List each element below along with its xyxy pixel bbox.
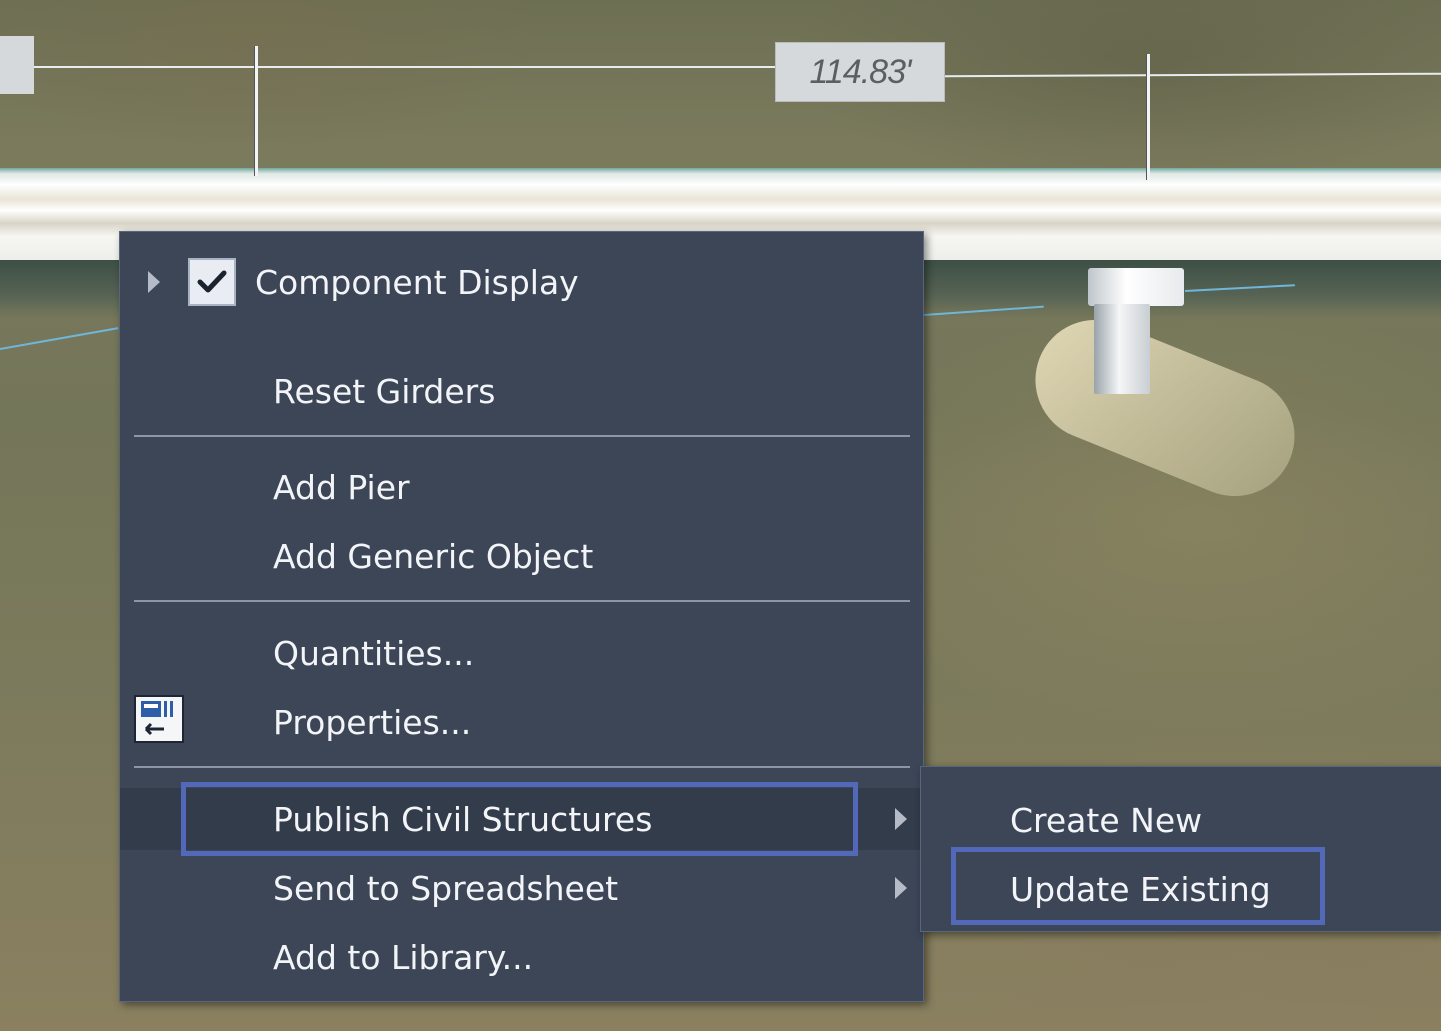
submenu-publish-civil-structures: Create New Update Existing xyxy=(920,766,1441,932)
submenu-arrow-icon xyxy=(895,808,907,830)
dimension-line-right xyxy=(943,72,1441,78)
menu-item-publish-civil-structures[interactable]: Publish Civil Structures xyxy=(120,788,923,850)
context-menu: Component Display Reset Girders Add Pier… xyxy=(119,231,924,1002)
menu-item-label: Add Generic Object xyxy=(273,536,594,576)
menu-item-label: Add to Library... xyxy=(273,937,534,977)
submenu-item-label: Create New xyxy=(1010,800,1203,840)
dimension-label-partial xyxy=(0,36,34,94)
menu-item-properties[interactable]: Properties... xyxy=(120,691,923,753)
dimension-tick-right xyxy=(1146,54,1150,180)
submenu-item-label: Update Existing xyxy=(1010,869,1271,909)
menu-separator xyxy=(134,435,910,437)
menu-item-component-display[interactable]: Component Display xyxy=(120,252,923,312)
dimension-tick-left xyxy=(254,46,258,176)
menu-item-label: Reset Girders xyxy=(273,371,496,411)
menu-item-add-generic-object[interactable]: Add Generic Object xyxy=(120,525,923,587)
menu-item-send-to-spreadsheet[interactable]: Send to Spreadsheet xyxy=(120,857,923,919)
pier-cap xyxy=(1088,268,1184,306)
menu-item-label: Send to Spreadsheet xyxy=(273,868,619,908)
menu-item-add-to-library[interactable]: Add to Library... xyxy=(120,926,923,988)
submenu-arrow-icon xyxy=(895,877,907,899)
menu-separator xyxy=(134,766,910,768)
menu-item-label: Publish Civil Structures xyxy=(273,799,653,839)
menu-item-add-pier[interactable]: Add Pier xyxy=(120,456,923,518)
dimension-label[interactable]: 114.83' xyxy=(775,42,945,102)
expand-arrow-icon[interactable] xyxy=(148,271,160,293)
menu-item-label: Component Display xyxy=(255,262,579,302)
menu-item-label: Properties... xyxy=(273,702,472,742)
menu-item-label: Add Pier xyxy=(273,467,410,507)
dimension-line-left xyxy=(0,66,780,68)
pier-column xyxy=(1094,304,1150,394)
alignment-line-left xyxy=(0,327,119,350)
bridge-pier xyxy=(1088,268,1184,394)
checkbox-checked-icon[interactable] xyxy=(188,258,236,306)
menu-item-quantities[interactable]: Quantities... xyxy=(120,622,923,684)
menu-item-label: Quantities... xyxy=(273,633,475,673)
menu-separator xyxy=(134,600,910,602)
menu-item-reset-girders[interactable]: Reset Girders xyxy=(120,360,923,422)
submenu-item-create-new[interactable]: Create New xyxy=(921,789,1441,851)
submenu-item-update-existing[interactable]: Update Existing xyxy=(921,858,1441,920)
